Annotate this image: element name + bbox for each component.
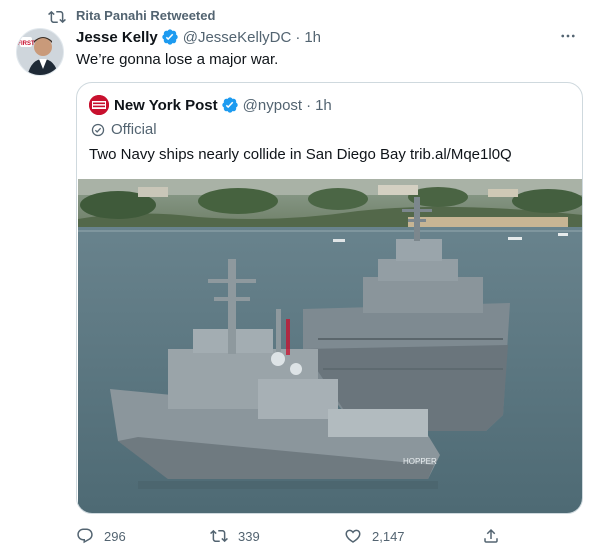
reply-count: 296 xyxy=(104,528,126,544)
quote-header: New York Post @nypost · 1h xyxy=(89,95,332,115)
hull-label: HOPPER xyxy=(403,457,437,466)
avatar-image: FIRST xyxy=(17,29,63,75)
separator-dot: · xyxy=(295,28,301,46)
tweet-header: Jesse Kelly @JesseKellyDC · 1h xyxy=(76,28,582,46)
tweet-text: We’re gonna lose a major war. xyxy=(76,51,279,68)
retweet-icon xyxy=(210,529,228,543)
retweeted-by-label: Rita Panahi Retweeted xyxy=(76,8,216,23)
navy-ships-photo: HOPPER xyxy=(78,179,582,513)
official-label: Official xyxy=(111,121,157,138)
quote-media-image[interactable]: HOPPER xyxy=(78,179,582,513)
tweet-timestamp[interactable]: 1h xyxy=(304,29,321,46)
quote-tweet-card[interactable]: New York Post @nypost · 1h Official Two … xyxy=(76,82,583,514)
quote-text: Two Navy ships nearly collide in San Die… xyxy=(89,146,512,163)
official-check-icon xyxy=(91,123,105,136)
tweet-actions: 296 339 2,147 xyxy=(76,527,583,551)
like-button[interactable]: 2,147 xyxy=(344,527,405,545)
like-count: 2,147 xyxy=(372,528,405,544)
verified-badge-icon[interactable] xyxy=(161,28,179,46)
author-handle[interactable]: @JesseKellyDC xyxy=(183,29,292,46)
quote-timestamp: 1h xyxy=(315,96,332,114)
quote-author-name: New York Post xyxy=(114,96,218,114)
quote-author-handle: @nypost xyxy=(242,96,303,114)
retweet-button[interactable]: 339 xyxy=(210,527,260,545)
separator-dot: · xyxy=(306,96,312,114)
reply-button[interactable]: 296 xyxy=(76,527,126,545)
nypost-avatar[interactable] xyxy=(89,95,109,115)
heart-icon xyxy=(345,529,361,543)
retweet-icon xyxy=(48,10,66,24)
verified-badge-icon xyxy=(221,97,238,113)
official-label-row: Official xyxy=(91,121,157,138)
retweeted-by-line[interactable]: Rita Panahi Retweeted xyxy=(48,8,216,24)
more-icon xyxy=(561,34,575,38)
retweet-count: 339 xyxy=(238,528,260,544)
share-icon xyxy=(484,528,498,543)
svg-text:FIRST: FIRST xyxy=(17,41,35,47)
more-button[interactable] xyxy=(554,24,582,48)
avatar[interactable]: FIRST xyxy=(16,28,64,76)
share-button[interactable] xyxy=(482,527,500,545)
reply-icon xyxy=(77,528,93,544)
author-name[interactable]: Jesse Kelly xyxy=(76,29,158,46)
nypost-logo xyxy=(89,95,109,115)
